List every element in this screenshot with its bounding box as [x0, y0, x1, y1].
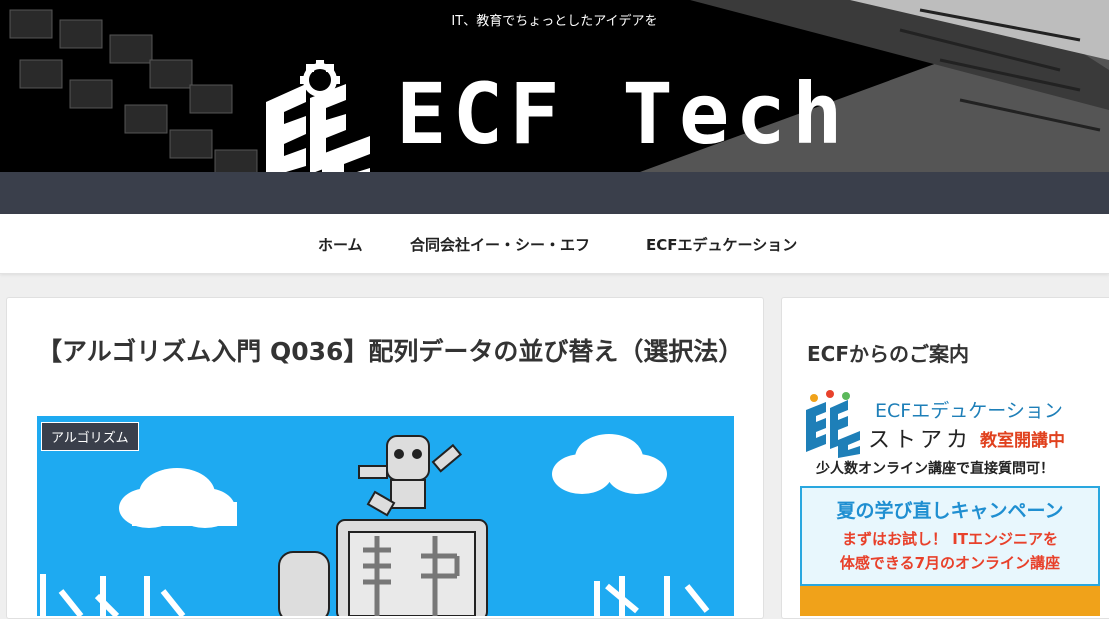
banner-try-text: まずはお試し！ ITエンジニアを [841, 530, 1059, 548]
site-header: IT、教育でちょっとしたアイデアを ECF Tech [0, 0, 1109, 172]
header-band [0, 172, 1109, 214]
banner-stoa-text: ストアカ [868, 428, 973, 453]
article-eyecatch-image: アルゴリズム [37, 416, 734, 616]
banner-small-class-text: 少人数オンライン講座で直接質問可！ [816, 461, 1054, 477]
nav-item-home[interactable]: ホーム [318, 234, 363, 255]
nav-item-education[interactable]: ECFエデュケーション [646, 234, 797, 255]
sidebar: ECFからのご案内 ECFエデュケーション ストアカ 教室開講中 少人数オンライ… [781, 297, 1109, 619]
banner-summer-campaign: 夏の学び直しキャンペーン [836, 500, 1064, 522]
category-label[interactable]: アルゴリズム [41, 422, 139, 451]
ecf-education-banner[interactable]: ECFエデュケーション ストアカ 教室開講中 少人数オンライン講座で直接質問可！… [800, 386, 1100, 616]
banner-top: ECFエデュケーション ストアカ 教室開講中 少人数オンライン講座で直接質問可！ [800, 386, 1100, 484]
ecf-logo-icon[interactable] [262, 58, 374, 172]
edu-logo-icon [806, 390, 860, 458]
banner-class-open-text: 教室開講中 [980, 431, 1065, 451]
sidebar-widget-title: ECFからのご案内 [807, 342, 970, 366]
nav-item-company[interactable]: 合同会社イー・シー・エフ [410, 234, 590, 255]
site-tagline: IT、教育でちょっとしたアイデアを [451, 14, 658, 29]
robot-illustration-icon [40, 434, 710, 616]
main-navigation: ホーム 合同会社イー・シー・エフ ECFエデュケーション [0, 214, 1109, 274]
site-title[interactable]: ECF Tech [396, 72, 849, 156]
article-card: 【アルゴリズム入門 Q036】配列データの並び替え（選択法） アルゴリズム [6, 297, 764, 619]
banner-bottom-image [800, 586, 1100, 616]
banner-campaign: 夏の学び直しキャンペーン まずはお試し！ ITエンジニアを 体感できる7月のオン… [800, 486, 1100, 586]
article-title: 【アルゴリズム入門 Q036】配列データの並び替え（選択法） [37, 337, 744, 366]
banner-edu-name: ECFエデュケーション [875, 400, 1063, 422]
banner-experience-text: 体感できる7月のオンライン講座 [839, 554, 1061, 572]
